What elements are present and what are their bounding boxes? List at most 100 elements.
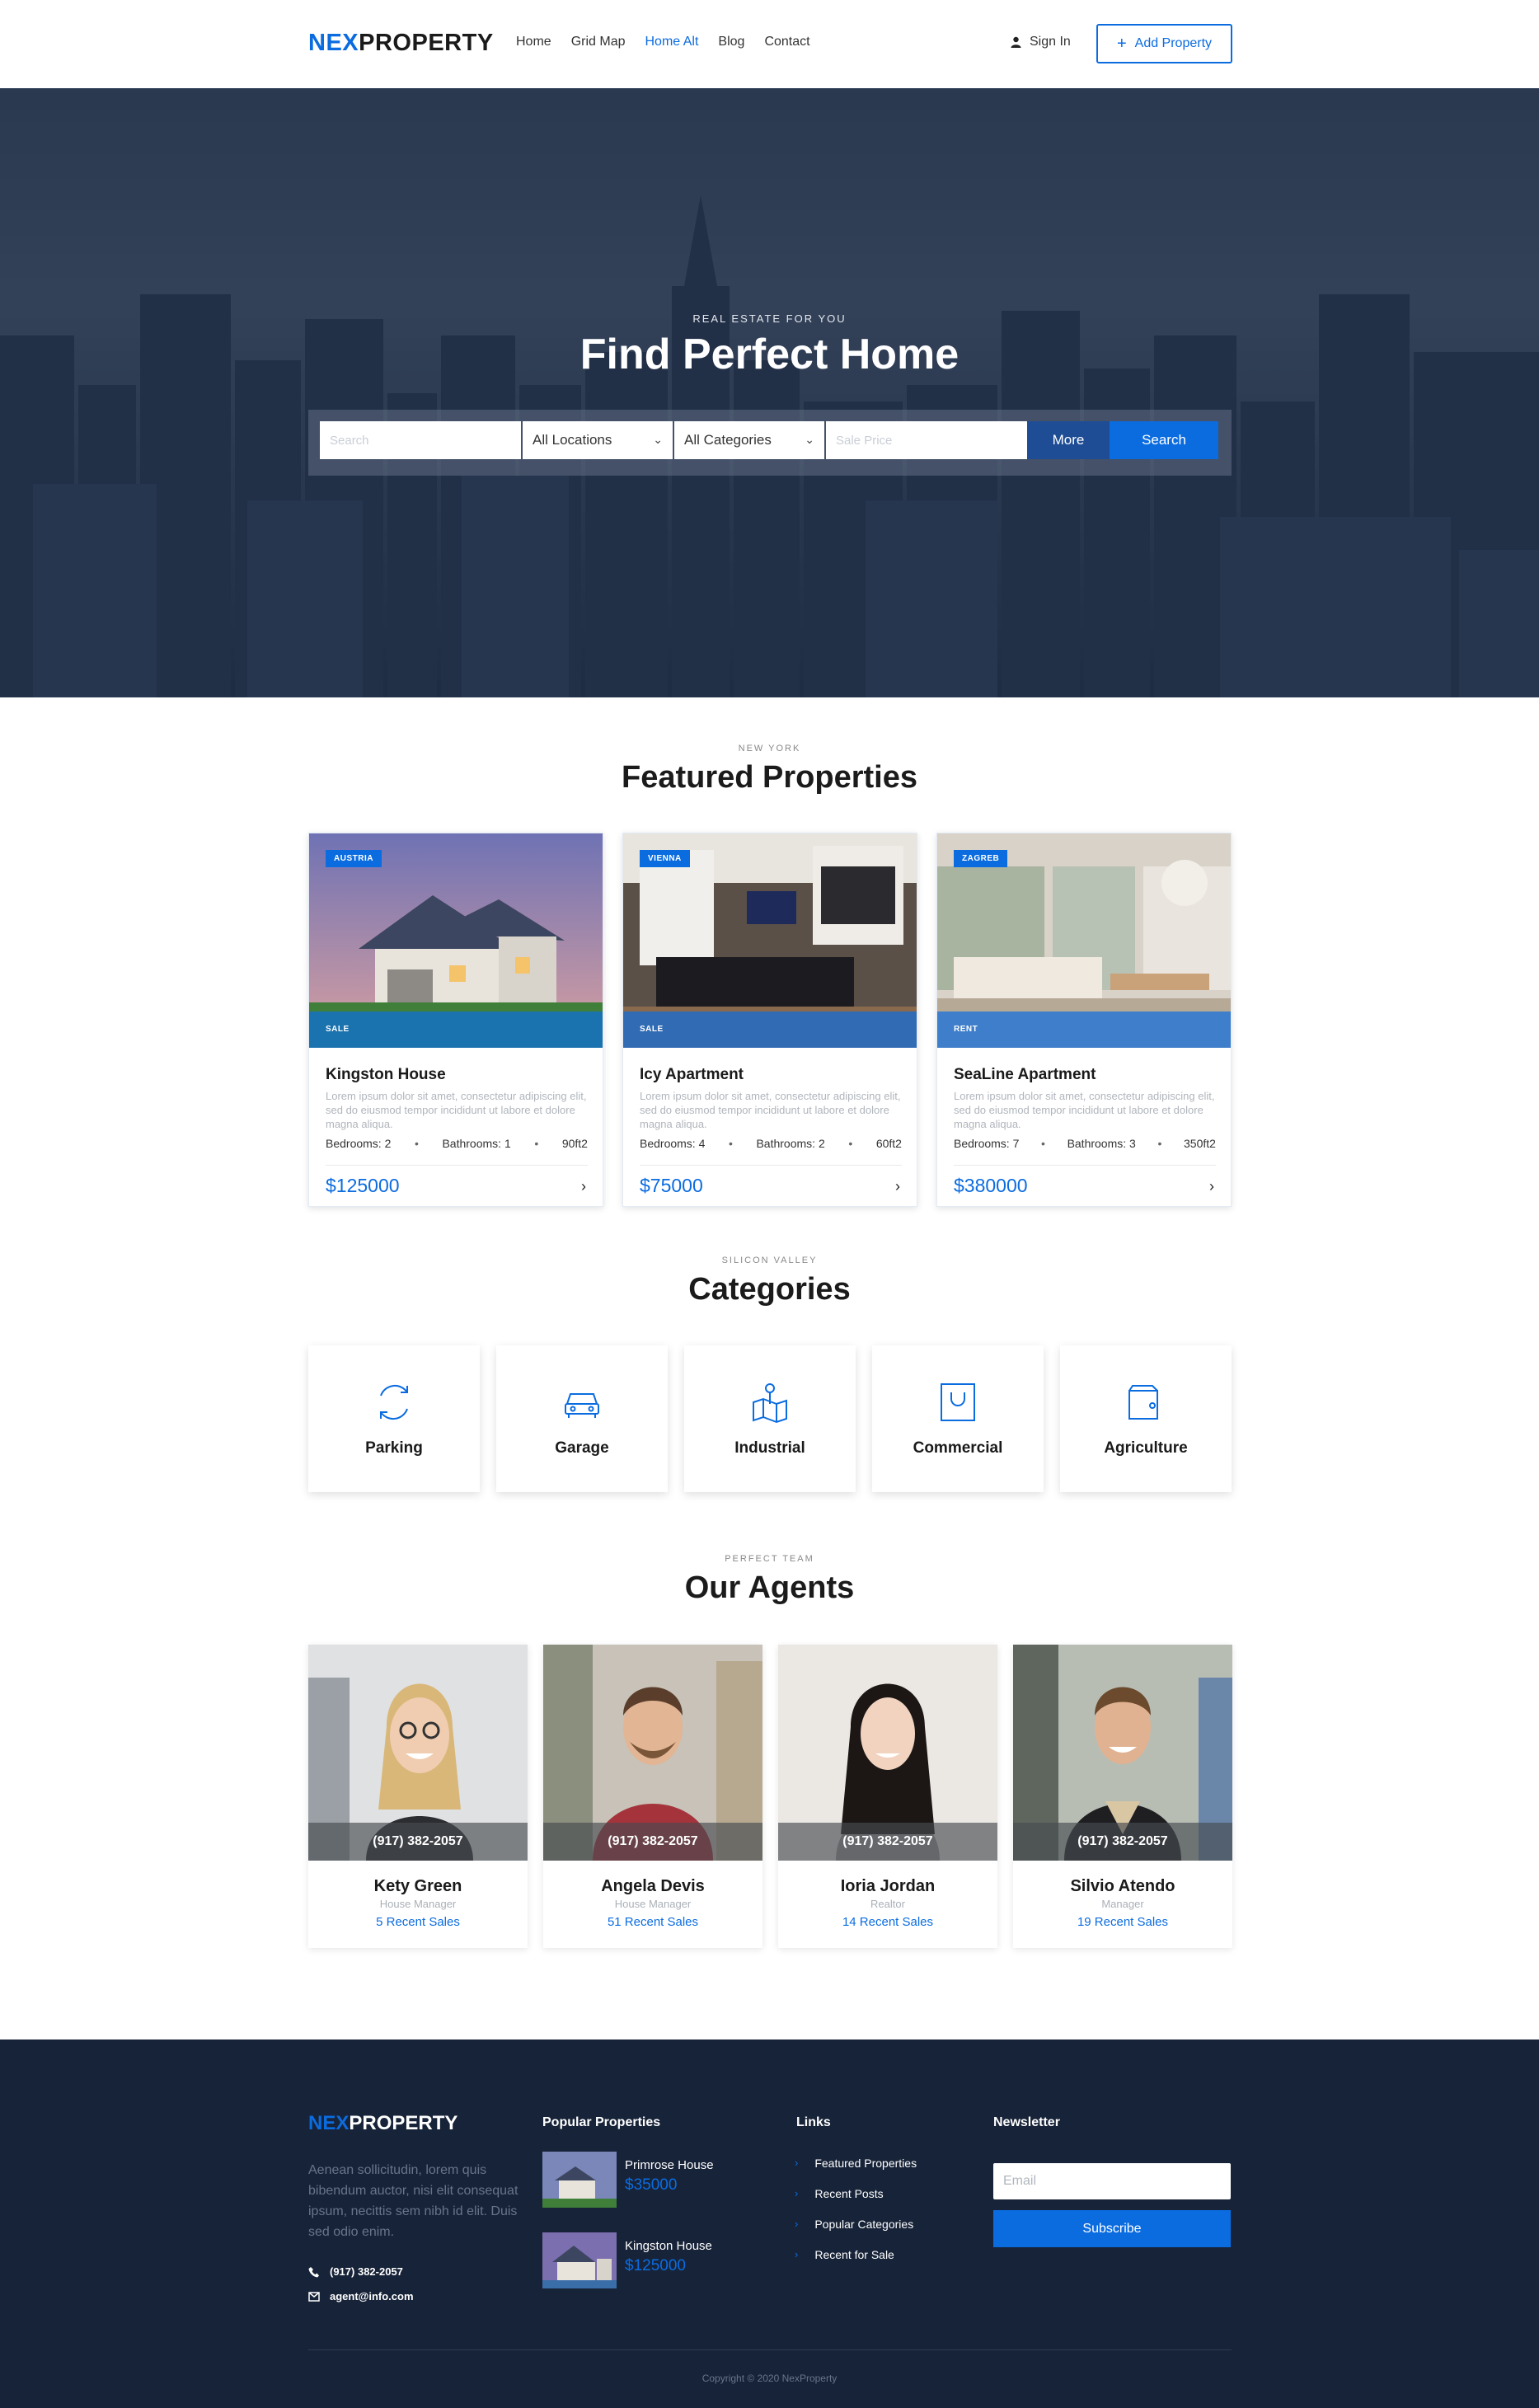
property-card[interactable]: VIENNA SALE Icy Apartment Lorem ipsum do… <box>622 833 917 1207</box>
sign-in-link[interactable]: Sign In <box>1011 35 1071 49</box>
site-header: NEXPROPERTY Home Grid Map Home Alt Blog … <box>0 0 1539 88</box>
map-pin-icon <box>753 1383 787 1424</box>
agent-card[interactable]: (917) 382-2057 Silvio Atendo Manager 19 … <box>1013 1645 1232 1948</box>
chevron-right-icon: › <box>795 2248 799 2260</box>
property-meta: Bedrooms: 2 • Bathrooms: 1 • 90ft2 <box>326 1137 588 1150</box>
hero-section: REAL ESTATE FOR YOU Find Perfect Home Se… <box>0 88 1539 697</box>
category-garage[interactable]: Garage <box>496 1345 668 1492</box>
footer-link[interactable]: › Recent Posts <box>795 2187 917 2218</box>
chevron-right-icon: › <box>795 2218 799 2230</box>
agent-sales-link[interactable]: 5 Recent Sales <box>308 1915 528 1929</box>
property-title[interactable]: SeaLine Apartment <box>954 1066 1096 1084</box>
agent-card[interactable]: (917) 382-2057 Angela Devis House Manage… <box>543 1645 762 1948</box>
categories-kicker: SILICON VALLEY <box>721 1256 818 1265</box>
search-input[interactable]: Search <box>320 421 521 459</box>
nav-blog[interactable]: Blog <box>718 35 744 49</box>
chevron-right-icon: › <box>795 2157 799 2169</box>
hero-subtitle: REAL ESTATE FOR YOU <box>692 312 847 325</box>
popular-property-item[interactable]: Kingston House $125000 <box>542 2232 740 2288</box>
agent-card[interactable]: (917) 382-2057 Ioria Jordan Realtor 14 R… <box>778 1645 997 1948</box>
agents-title: Our Agents <box>684 1570 855 1605</box>
featured-kicker: NEW YORK <box>738 744 801 753</box>
agent-role: Realtor <box>870 1898 905 1910</box>
popular-properties-heading: Popular Properties <box>542 2115 661 2129</box>
location-tag: VIENNA <box>640 850 690 867</box>
chevron-right-icon[interactable]: › <box>1209 1178 1214 1195</box>
category-commercial[interactable]: Commercial <box>872 1345 1044 1492</box>
agent-name[interactable]: Kety Green <box>308 1877 528 1896</box>
phone-icon <box>308 2266 319 2277</box>
copyright: Copyright © 2020 NexProperty <box>701 2373 838 2384</box>
property-description: Lorem ipsum dolor sit amet, consectetur … <box>954 1090 1215 1130</box>
property-title[interactable]: Kingston House <box>326 1066 446 1084</box>
property-image: ZAGREB RENT <box>937 833 1231 1048</box>
footer-link[interactable]: › Recent for Sale <box>795 2248 917 2279</box>
shopping-bag-icon <box>941 1383 975 1421</box>
location-tag: AUSTRIA <box>326 850 382 867</box>
hero-title: Find Perfect Home <box>579 331 960 378</box>
nav-contact[interactable]: Contact <box>764 35 809 49</box>
footer-link[interactable]: › Popular Categories <box>795 2218 917 2248</box>
links-heading: Links <box>796 2115 831 2129</box>
mail-icon <box>308 2291 320 2302</box>
chevron-down-icon: ⌄ <box>805 433 814 446</box>
agent-name[interactable]: Silvio Atendo <box>1013 1877 1232 1896</box>
agent-phone[interactable]: (917) 382-2057 <box>308 1823 528 1861</box>
status-badge: RENT <box>954 1025 978 1034</box>
chevron-right-icon[interactable]: › <box>581 1178 586 1195</box>
agent-card[interactable]: (917) 382-2057 Kety Green House Manager … <box>308 1645 528 1948</box>
category-select[interactable]: All Categories ⌄ <box>674 421 824 459</box>
footer-links: › Featured Properties › Recent Posts › Popu… <box>795 2157 917 2279</box>
wallet-icon <box>1128 1385 1158 1420</box>
property-title[interactable]: Icy Apartment <box>640 1066 744 1084</box>
more-button[interactable]: More <box>1027 421 1110 459</box>
user-icon <box>1011 36 1021 48</box>
location-select[interactable]: All Locations ⌄ <box>523 421 673 459</box>
footer-logo[interactable]: NEXPROPERTY <box>308 2112 457 2135</box>
footer-about: Aenean sollicitudin, lorem quis bibendum… <box>308 2163 518 2239</box>
footer-link[interactable]: › Featured Properties <box>795 2157 917 2187</box>
agent-name[interactable]: Ioria Jordan <box>778 1877 997 1896</box>
nav-grid-map[interactable]: Grid Map <box>571 35 626 49</box>
property-image: VIENNA SALE <box>623 833 917 1048</box>
newsletter-heading: Newsletter <box>993 2115 1060 2129</box>
agents-kicker: PERFECT TEAM <box>725 1554 814 1564</box>
refresh-icon <box>380 1384 408 1420</box>
property-description: Lorem ipsum dolor sit amet, consectetur … <box>326 1090 587 1130</box>
newsletter-email-input[interactable]: Email <box>993 2163 1231 2199</box>
agent-sales-link[interactable]: 14 Recent Sales <box>778 1915 997 1929</box>
status-badge: SALE <box>640 1025 664 1034</box>
agent-photo: (917) 382-2057 <box>778 1645 997 1861</box>
search-button[interactable]: Search <box>1110 421 1218 459</box>
sale-price-input[interactable]: Sale Price <box>826 421 1027 459</box>
chevron-right-icon[interactable]: › <box>895 1178 900 1195</box>
agent-sales-link[interactable]: 19 Recent Sales <box>1013 1915 1232 1929</box>
location-tag: ZAGREB <box>954 850 1008 867</box>
nav-home-alt[interactable]: Home Alt <box>645 35 698 49</box>
category-parking[interactable]: Parking <box>308 1345 480 1492</box>
property-description: Lorem ipsum dolor sit amet, consectetur … <box>640 1090 901 1130</box>
footer-email[interactable]: agent@info.com <box>308 2290 414 2302</box>
property-meta: Bedrooms: 4 • Bathrooms: 2 • 60ft2 <box>640 1137 902 1150</box>
plus-icon: + <box>1116 35 1127 53</box>
subscribe-button[interactable]: Subscribe <box>993 2210 1231 2247</box>
status-badge: SALE <box>326 1025 350 1034</box>
agent-sales-link[interactable]: 51 Recent Sales <box>543 1915 762 1929</box>
category-agriculture[interactable]: Agriculture <box>1060 1345 1232 1492</box>
popular-property-item[interactable]: Primrose House $35000 <box>542 2152 740 2208</box>
agent-name[interactable]: Angela Devis <box>543 1877 762 1896</box>
agent-phone[interactable]: (917) 382-2057 <box>778 1823 997 1861</box>
nav-home[interactable]: Home <box>516 35 551 49</box>
car-icon <box>565 1393 599 1418</box>
agent-phone[interactable]: (917) 382-2057 <box>543 1823 762 1861</box>
agent-role: Manager <box>1101 1898 1144 1910</box>
property-card[interactable]: ZAGREB RENT SeaLine Apartment Lorem ipsu… <box>936 833 1232 1207</box>
property-card[interactable]: AUSTRIA SALE Kingston House Lorem ipsum … <box>308 833 603 1207</box>
property-price: $75000 <box>640 1175 703 1196</box>
category-industrial[interactable]: Industrial <box>684 1345 856 1492</box>
add-property-button[interactable]: + Add Property <box>1096 24 1232 63</box>
logo[interactable]: NEXPROPERTY <box>308 30 494 57</box>
agent-phone[interactable]: (917) 382-2057 <box>1013 1823 1232 1861</box>
site-footer: NEXPROPERTY Aenean sollicitudin, lorem q… <box>0 2040 1539 2408</box>
footer-phone[interactable]: (917) 382-2057 <box>308 2265 403 2278</box>
